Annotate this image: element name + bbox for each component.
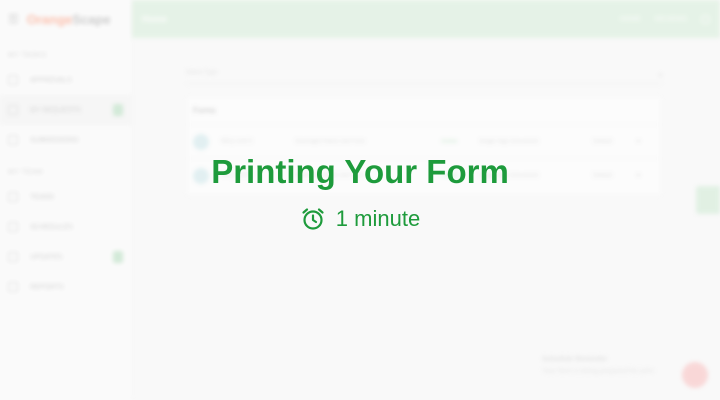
- app-root: ☰ Orange Scape MY TASKS APPROVALS MY REQ…: [0, 0, 720, 400]
- duration-row: 1 minute: [0, 206, 720, 232]
- overlay-title: Printing Your Form: [211, 153, 509, 190]
- printing-overlay: Printing Your Form 1 minute: [0, 0, 720, 400]
- alarm-clock-icon: [302, 208, 324, 230]
- duration-text: 1 minute: [335, 206, 421, 231]
